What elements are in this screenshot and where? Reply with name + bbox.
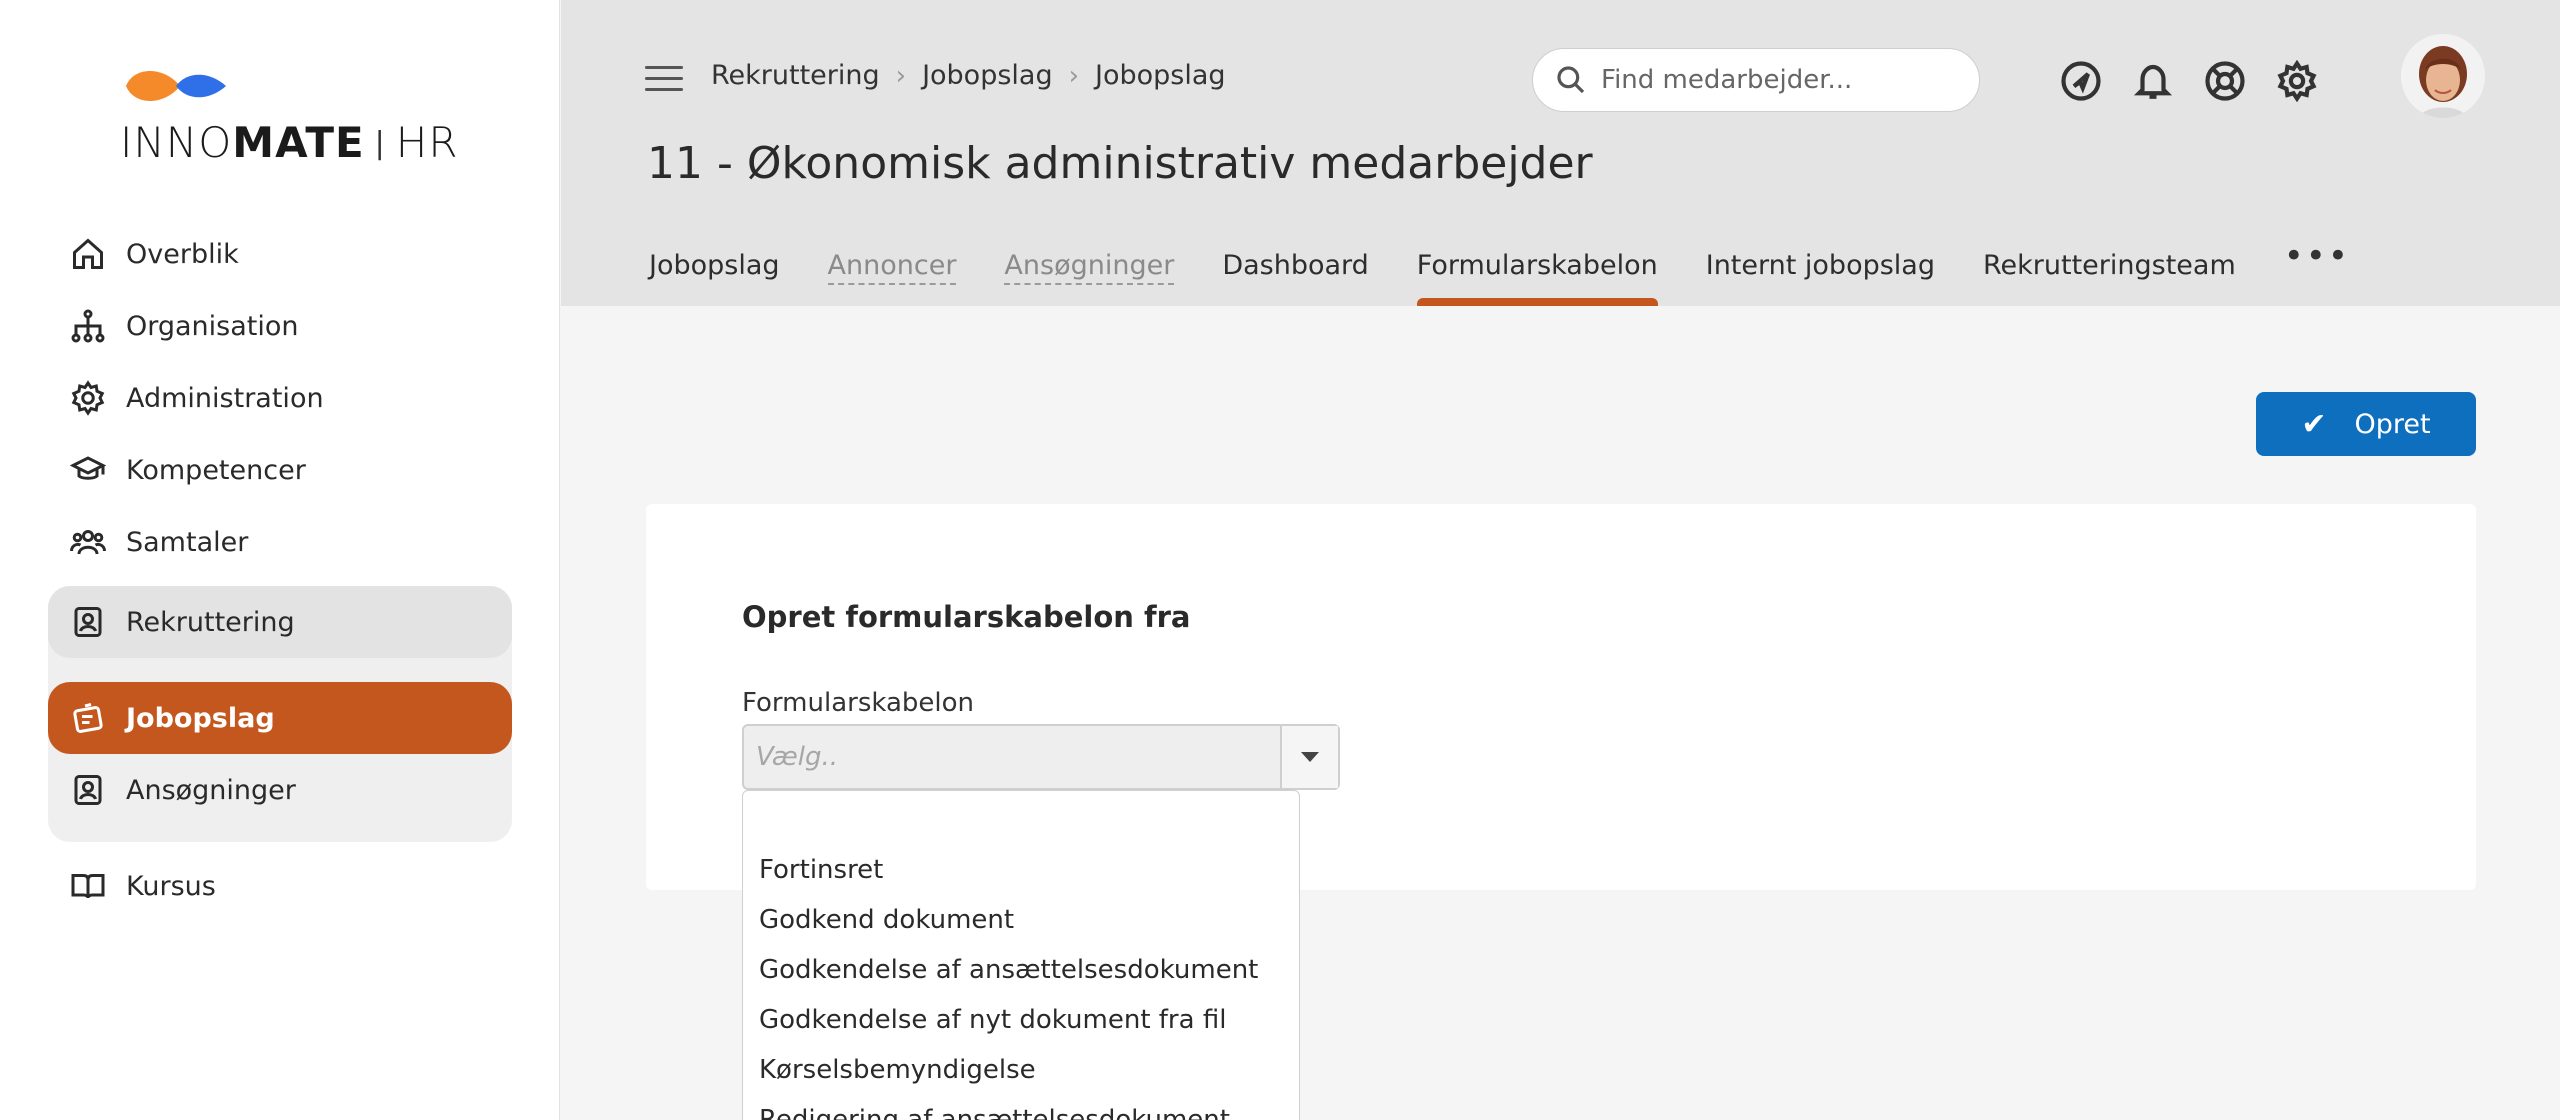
sidebar-item-jobopslag[interactable]: Jobopslag xyxy=(48,682,512,754)
sidebar-item-organisation[interactable]: Organisation xyxy=(48,290,512,362)
job-posting-icon xyxy=(70,700,106,736)
logo-text: INNOMATE | HR xyxy=(120,118,459,167)
org-chart-icon xyxy=(70,308,106,344)
checkmark-icon: ✔ xyxy=(2301,406,2327,442)
search-icon xyxy=(1557,66,1585,94)
sidebar-item-label: Overblik xyxy=(126,238,239,270)
logo-part-3: HR xyxy=(395,118,459,167)
top-header: Rekruttering › Jobopslag › Jobopslag 11 … xyxy=(561,0,2560,306)
settings-icon[interactable] xyxy=(2274,58,2320,104)
dropdown-option[interactable]: Fortinsret xyxy=(759,855,883,885)
logo-part-2: MATE xyxy=(232,118,365,167)
sidebar-item-label: Ansøgninger xyxy=(126,774,296,806)
sidebar-item-kursus[interactable]: Kursus xyxy=(48,850,512,922)
breadcrumb: Rekruttering › Jobopslag › Jobopslag xyxy=(711,60,1226,91)
sidebar-item-administration[interactable]: Administration xyxy=(48,362,512,434)
avatar[interactable] xyxy=(2401,34,2485,118)
tab-rekrutteringsteam[interactable]: Rekrutteringsteam xyxy=(1983,250,2236,306)
sidebar-nav: Overblik Organisation Administration Kom… xyxy=(48,218,512,922)
more-tabs-icon[interactable]: ••• xyxy=(2284,236,2350,292)
field-label: Formularskabelon xyxy=(742,688,975,718)
sidebar-item-kompetencer[interactable]: Kompetencer xyxy=(48,434,512,506)
sidebar-item-rekruttering[interactable]: Rekruttering xyxy=(48,586,512,658)
search-box xyxy=(1532,48,1980,112)
search-input[interactable] xyxy=(1601,65,1961,95)
dropdown-option[interactable]: Godkendelse af nyt dokument fra fil xyxy=(759,1005,1226,1035)
tab-jobopslag[interactable]: Jobopslag xyxy=(649,250,780,306)
tab-label: Rekrutteringsteam xyxy=(1982,250,2236,281)
dropdown-option[interactable]: Godkendelse af ansættelsesdokument xyxy=(759,955,1258,985)
dropdown-option[interactable]: Kørselsbemyndigelse xyxy=(759,1055,1036,1085)
sidebar-item-label: Kursus xyxy=(126,870,216,902)
create-button-label: Opret xyxy=(2354,408,2431,440)
template-dropdown-list: Fortinsret Godkend dokument Godkendelse … xyxy=(742,790,1300,1120)
tab-label: Internt jobopslag xyxy=(1705,250,1935,281)
logo-part-1: INNO xyxy=(120,118,233,167)
tab-dashboard[interactable]: Dashboard xyxy=(1222,250,1368,306)
tab-ansogninger[interactable]: Ansøgninger xyxy=(1004,250,1175,306)
select-placeholder: Vælg.. xyxy=(756,742,839,772)
tab-label: Ansøgninger xyxy=(1004,250,1175,285)
tab-bar: Jobopslag Annoncer Ansøgninger Dashboard… xyxy=(649,236,2398,306)
breadcrumb-item[interactable]: Rekruttering xyxy=(711,60,880,91)
logo-separator: | xyxy=(374,126,386,161)
sidebar-item-label: Administration xyxy=(126,382,324,414)
navigation-icon[interactable] xyxy=(2058,58,2104,104)
sidebar-item-label: Jobopslag xyxy=(126,702,275,734)
sidebar-group-rekruttering: Rekruttering Jobopslag Ansøgninger xyxy=(48,586,512,842)
tab-label: Dashboard xyxy=(1222,250,1369,281)
graduation-cap-icon xyxy=(70,452,106,488)
sidebar-item-samtaler[interactable]: Samtaler xyxy=(48,506,512,578)
gear-icon xyxy=(70,380,106,416)
user-photo-icon xyxy=(2401,34,2485,118)
sidebar-item-label: Organisation xyxy=(126,310,299,342)
logo-mark-icon xyxy=(126,71,226,101)
dropdown-option[interactable]: Redigering af ansættelsesdokument xyxy=(759,1105,1230,1120)
menu-icon[interactable] xyxy=(645,66,683,96)
page-title: 11 - Økonomisk administrativ medarbejder xyxy=(647,138,1593,189)
dropdown-option[interactable]: Godkend dokument xyxy=(759,905,1014,935)
breadcrumb-item[interactable]: Jobopslag xyxy=(922,60,1053,91)
tab-internt-jobopslag[interactable]: Internt jobopslag xyxy=(1706,250,1935,306)
id-badge-icon xyxy=(70,604,106,640)
logo[interactable]: INNOMATE | HR xyxy=(120,62,458,172)
sidebar-item-label: Kompetencer xyxy=(126,454,306,486)
sidebar-item-ansogninger[interactable]: Ansøgninger xyxy=(48,754,512,826)
tab-formularskabelon[interactable]: Formularskabelon xyxy=(1416,250,1658,306)
template-select[interactable]: Vælg.. xyxy=(742,724,1340,790)
chevron-down-icon[interactable] xyxy=(1280,726,1338,788)
chevron-right-icon: › xyxy=(895,60,907,91)
book-icon xyxy=(70,868,106,904)
lifebuoy-icon[interactable] xyxy=(2202,58,2248,104)
tab-label: Annoncer xyxy=(827,250,957,285)
breadcrumb-item[interactable]: Jobopslag xyxy=(1095,60,1226,91)
tab-label: Jobopslag xyxy=(649,250,780,281)
tab-annoncer[interactable]: Annoncer xyxy=(827,250,957,306)
chevron-right-icon: › xyxy=(1068,60,1079,91)
create-button[interactable]: ✔ Opret xyxy=(2256,392,2476,456)
people-icon xyxy=(70,524,106,560)
sidebar-item-label: Samtaler xyxy=(126,526,249,558)
home-icon xyxy=(70,236,106,272)
sidebar-item-overblik[interactable]: Overblik xyxy=(48,218,512,290)
tab-label: Formularskabelon xyxy=(1416,250,1658,281)
form-heading: Opret formularskabelon fra xyxy=(742,600,1191,634)
bell-icon[interactable] xyxy=(2130,58,2176,104)
id-badge-icon xyxy=(70,772,106,808)
header-icons xyxy=(2058,58,2320,104)
sidebar-item-label: Rekruttering xyxy=(126,606,295,638)
sidebar: INNOMATE | HR Overblik Organisation Admini… xyxy=(0,0,560,1120)
